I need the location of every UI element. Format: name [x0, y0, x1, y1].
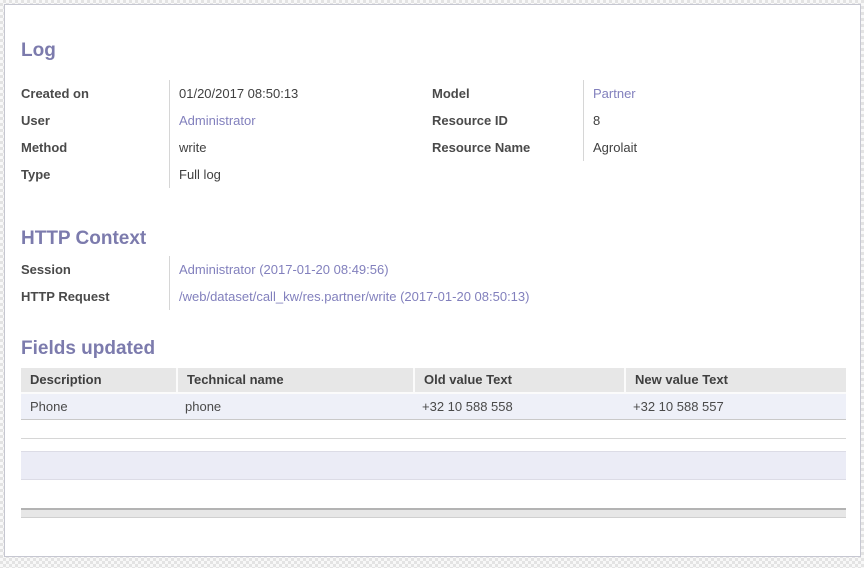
model-link[interactable]: Partner: [593, 86, 636, 101]
http-request-link[interactable]: /web/dataset/call_kw/res.partner/write (…: [179, 289, 529, 304]
table-row[interactable]: Phone phone +32 10 588 558 +32 10 588 55…: [21, 394, 846, 420]
type-value: Full log: [179, 167, 221, 182]
row-new-value-cell: +32 10 588 557: [624, 394, 846, 419]
log-fields-right-column: Model Partner Resource ID 8 Resource Nam…: [432, 80, 846, 188]
section-title-http-context: HTTP Context: [21, 228, 846, 250]
field-row-method: Method write: [21, 134, 432, 161]
user-label: User: [21, 113, 169, 128]
field-row-resource-id: Resource ID 8: [432, 107, 846, 134]
resource-name-value: Agrolait: [593, 140, 637, 155]
column-header-technical-name[interactable]: Technical name: [176, 368, 413, 392]
field-row-session: Session Administrator (2017-01-20 08:49:…: [21, 256, 846, 283]
field-row-model: Model Partner: [432, 80, 846, 107]
resource-id-label: Resource ID: [432, 113, 583, 128]
column-header-old-value-text[interactable]: Old value Text: [413, 368, 624, 392]
field-row-user: User Administrator: [21, 107, 432, 134]
field-row-http-request: HTTP Request /web/dataset/call_kw/res.pa…: [21, 283, 846, 310]
column-header-description[interactable]: Description: [21, 368, 176, 392]
created-on-label: Created on: [21, 86, 169, 101]
page-background: { "log_section": { "title": "Log", "fiel…: [0, 0, 864, 568]
empty-list-placeholder: [21, 451, 846, 480]
table-header-row: Description Technical name Old value Tex…: [21, 368, 846, 394]
row-old-value-cell: +32 10 588 558: [413, 394, 624, 419]
log-fields-left-column: Created on 01/20/2017 08:50:13 User Admi…: [21, 80, 432, 188]
field-row-resource-name: Resource Name Agrolait: [432, 134, 846, 161]
created-on-value: 01/20/2017 08:50:13: [179, 86, 298, 101]
method-label: Method: [21, 140, 169, 155]
field-row-created-on: Created on 01/20/2017 08:50:13: [21, 80, 432, 107]
log-fields-group: Created on 01/20/2017 08:50:13 User Admi…: [21, 80, 846, 188]
fields-updated-table: Description Technical name Old value Tex…: [21, 368, 846, 439]
section-title-fields-updated: Fields updated: [21, 338, 846, 360]
log-form-sheet: Log Created on 01/20/2017 08:50:13 User …: [4, 4, 861, 557]
horizontal-scrollbar[interactable]: [21, 508, 846, 518]
resource-id-value: 8: [593, 113, 600, 128]
field-row-type: Type Full log: [21, 161, 432, 188]
table-empty-area: [21, 420, 846, 439]
row-technical-name-cell: phone: [176, 394, 413, 419]
user-link[interactable]: Administrator: [179, 113, 256, 128]
row-description-cell: Phone: [21, 394, 176, 419]
type-label: Type: [21, 167, 169, 182]
section-title-log: Log: [21, 40, 846, 62]
session-label: Session: [21, 262, 169, 277]
session-link[interactable]: Administrator (2017-01-20 08:49:56): [179, 262, 389, 277]
method-value: write: [179, 140, 206, 155]
http-context-fields-group: Session Administrator (2017-01-20 08:49:…: [21, 256, 846, 310]
model-label: Model: [432, 86, 583, 101]
http-request-label: HTTP Request: [21, 289, 169, 304]
resource-name-label: Resource Name: [432, 140, 583, 155]
column-header-new-value-text[interactable]: New value Text: [624, 368, 846, 392]
